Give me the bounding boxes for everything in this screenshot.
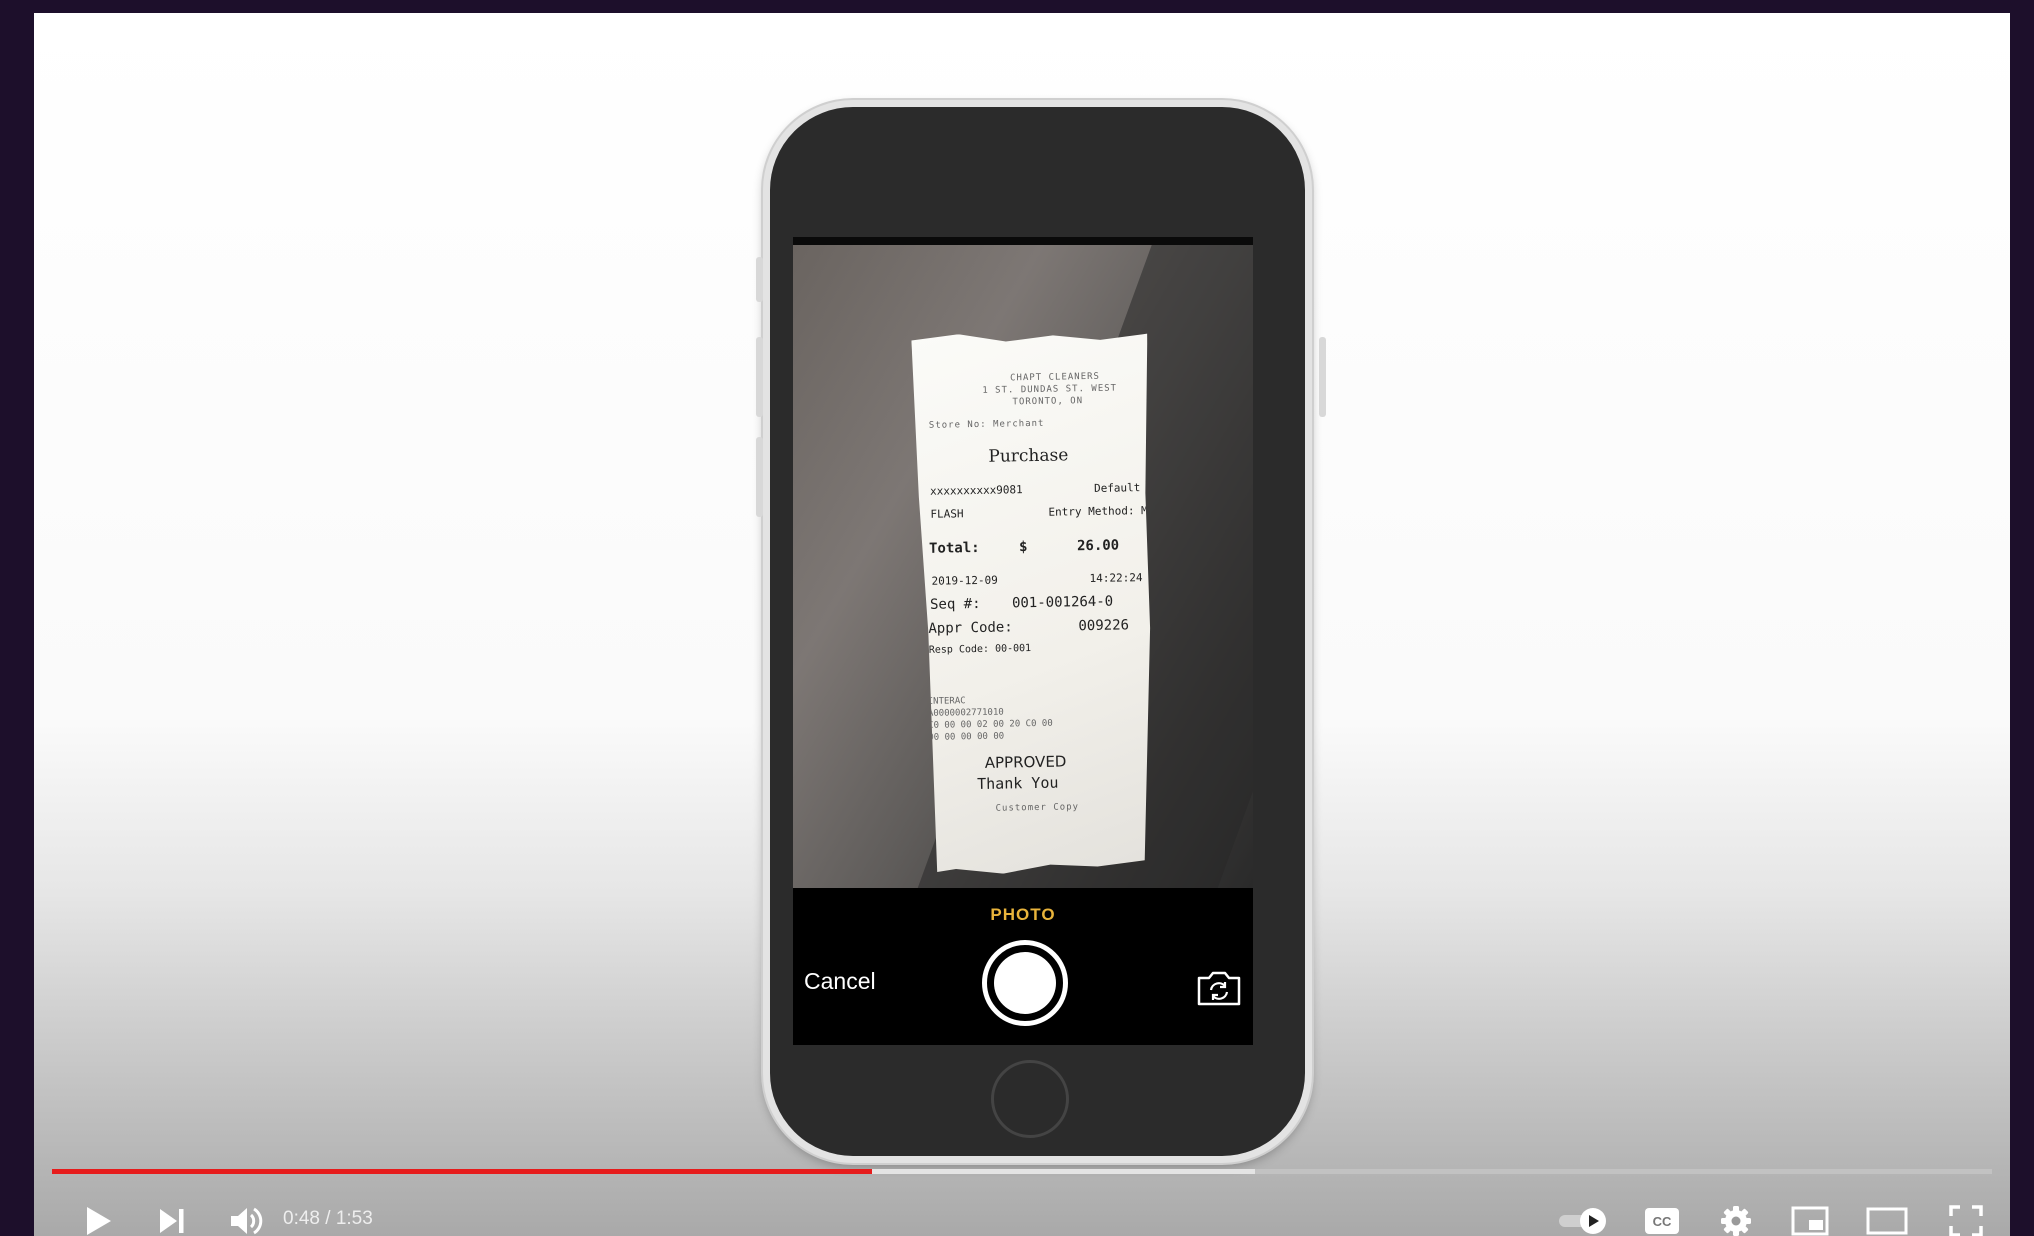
receipt-card-number: xxxxxxxxxx9081 — [929, 483, 1023, 498]
receipt-appr-label: Appr Code: — [928, 619, 1013, 637]
receipt-title: Purchase — [988, 445, 1069, 467]
miniplayer-icon — [1791, 1206, 1829, 1236]
time-separator: / — [325, 1208, 331, 1229]
next-button[interactable] — [144, 1193, 200, 1236]
receipt-header-2: 1 ST. DUNDAS ST. WEST — [982, 383, 1118, 396]
time-display: 0:48 / 1:53 — [283, 1208, 373, 1230]
receipt-misc-2: A0000002771010 — [927, 707, 1004, 719]
phone-mockup: CHAPT CLEANERS 1 ST. DUNDAS ST. WEST TOR… — [756, 100, 1326, 1163]
settings-button[interactable] — [1708, 1193, 1764, 1236]
receipt-appr-value: 009226 — [1078, 617, 1130, 635]
theater-mode-icon — [1866, 1207, 1908, 1235]
receipt-entry-method: Entry Method: M — [1048, 504, 1148, 519]
phone-volume-down — [756, 437, 763, 517]
receipt: CHAPT CLEANERS 1 ST. DUNDAS ST. WEST TOR… — [911, 331, 1156, 875]
receipt-store-line: Store No: Merchant — [928, 418, 1045, 431]
autoplay-toggle-icon — [1559, 1208, 1606, 1234]
home-button — [991, 1060, 1069, 1138]
autoplay-toggle[interactable] — [1552, 1193, 1614, 1236]
receipt-resp-line: Resp Code: 00-001 — [928, 643, 1032, 656]
camera-viewfinder: CHAPT CLEANERS 1 ST. DUNDAS ST. WEST TOR… — [793, 245, 1253, 888]
camera-mode-label[interactable]: PHOTO — [793, 905, 1253, 925]
fullscreen-icon — [1949, 1205, 1983, 1236]
receipt-seq-value: 001-001264-0 — [1011, 593, 1114, 612]
receipt-misc-4: 00 00 00 00 00 — [928, 731, 1005, 743]
progress-played — [52, 1169, 872, 1174]
receipt-account: Default — [1093, 481, 1141, 495]
cancel-button[interactable]: Cancel — [804, 968, 876, 995]
receipt-header-3: TORONTO, ON — [1012, 396, 1084, 408]
receipt-misc-3: C0 00 00 02 00 20 C0 00 — [928, 718, 1053, 731]
phone-mute-switch — [756, 257, 763, 302]
receipt-thanks: Thank You — [976, 773, 1059, 794]
phone-volume-up — [756, 337, 763, 417]
camera-controls: PHOTO Cancel — [793, 888, 1253, 1045]
phone-power-button — [1319, 337, 1326, 417]
captions-button[interactable]: CC — [1634, 1193, 1690, 1236]
receipt-currency: $ — [1018, 539, 1028, 556]
volume-button[interactable] — [218, 1193, 274, 1236]
receipt-date: 2019-12-09 — [931, 573, 998, 588]
volume-icon — [231, 1207, 263, 1235]
receipt-time: 14:22:24 — [1089, 571, 1143, 586]
progress-bar[interactable] — [52, 1169, 1992, 1174]
svg-text:CC: CC — [1653, 1214, 1672, 1229]
current-time: 0:48 — [283, 1208, 320, 1229]
gear-icon — [1721, 1206, 1751, 1236]
fullscreen-button[interactable] — [1938, 1193, 1994, 1236]
captions-icon: CC — [1645, 1208, 1679, 1234]
receipt-header-1: CHAPT CLEANERS — [1009, 371, 1101, 384]
receipt-footer: Customer Copy — [995, 802, 1080, 814]
video-player[interactable]: CHAPT CLEANERS 1 ST. DUNDAS ST. WEST TOR… — [34, 13, 2010, 1236]
duration: 1:53 — [335, 1208, 373, 1229]
camera-flip-icon[interactable] — [1195, 968, 1243, 1008]
miniplayer-button[interactable] — [1782, 1193, 1838, 1236]
receipt-card-type: FLASH — [930, 507, 964, 521]
shutter-button-inner — [994, 952, 1056, 1014]
play-button[interactable] — [70, 1193, 126, 1236]
play-icon — [87, 1207, 111, 1235]
theater-mode-button[interactable] — [1856, 1193, 1918, 1236]
phone-screen: CHAPT CLEANERS 1 ST. DUNDAS ST. WEST TOR… — [793, 237, 1253, 1045]
receipt-total-label: Total: — [928, 539, 980, 557]
receipt-total-value: 26.00 — [1076, 537, 1120, 555]
next-icon — [160, 1209, 184, 1233]
receipt-misc-1: INTERAC — [927, 696, 966, 707]
receipt-approved: APPROVED — [984, 752, 1067, 772]
receipt-seq-label: Seq #: — [929, 595, 981, 613]
shutter-button[interactable] — [982, 940, 1068, 1026]
